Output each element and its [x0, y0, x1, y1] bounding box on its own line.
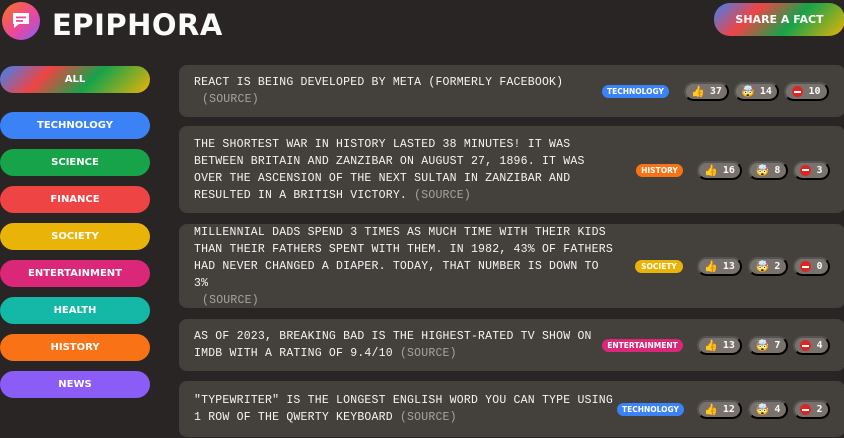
fact-text-content: MILLENNIAL DADS SPEND 3 TIMES AS MUCH TI… — [194, 225, 613, 290]
vote-interesting-button[interactable]: 👍 13 — [697, 336, 742, 355]
vote-count: 2 — [816, 404, 823, 415]
vote-false-button[interactable]: 4 — [793, 336, 830, 355]
vote-count: 14 — [759, 86, 772, 97]
fact-text: "TYPEWRITER" IS THE LONGEST ENGLISH WORD… — [194, 392, 614, 426]
no-entry-icon — [800, 404, 812, 415]
vote-mindblowing-button[interactable]: 🤯 7 — [748, 336, 788, 355]
fact-text: THE SHORTEST WAR IN HISTORY LASTED 38 MI… — [194, 136, 614, 204]
thumbs-up-icon: 👍 — [704, 260, 718, 273]
mind-blown-icon: 🤯 — [755, 163, 770, 177]
app-header: EPIPHORA SHARE A FACT — [0, 0, 844, 50]
vote-mindblowing-button[interactable]: 🤯 8 — [748, 160, 788, 180]
source-link[interactable]: (SOURCE) — [414, 189, 471, 202]
source-link[interactable]: (SOURCE) — [400, 347, 457, 360]
vote-count: 0 — [816, 261, 823, 272]
mind-blown-icon: 🤯 — [755, 403, 770, 416]
no-entry-icon — [800, 164, 812, 176]
mind-blown-icon: 🤯 — [755, 339, 770, 352]
fact-card: MILLENNIAL DADS SPEND 3 TIMES AS MUCH TI… — [179, 224, 844, 308]
logo-icon — [2, 2, 40, 40]
vote-mindblowing-button[interactable]: 🤯 2 — [748, 257, 788, 276]
mind-blown-icon: 🤯 — [755, 260, 770, 273]
category-technology-button[interactable]: TECHNOLOGY — [0, 112, 150, 139]
category-entertainment-button[interactable]: ENTERTAINMENT — [0, 260, 150, 287]
category-tag: TECHNOLOGY — [617, 403, 684, 416]
fact-text-content: REACT IS BEING DEVELOPED BY META (FORMER… — [194, 76, 564, 89]
no-entry-icon — [800, 261, 812, 272]
vote-count: 7 — [774, 340, 781, 351]
category-science-button[interactable]: SCIENCE — [0, 149, 150, 176]
vote-interesting-button[interactable]: 👍 13 — [697, 257, 742, 276]
thumbs-up-icon: 👍 — [704, 163, 718, 177]
vote-count: 13 — [722, 340, 735, 351]
vote-count: 8 — [774, 164, 781, 176]
fact-text: REACT IS BEING DEVELOPED BY META (FORMER… — [194, 74, 614, 108]
vote-count: 10 — [808, 86, 821, 97]
vote-count: 2 — [774, 261, 781, 272]
source-link[interactable]: (SOURCE) — [202, 93, 259, 106]
source-link[interactable]: (SOURCE) — [202, 294, 259, 307]
vote-interesting-button[interactable]: 👍 12 — [697, 400, 742, 419]
fact-text-content: AS OF 2023, BREAKING BAD IS THE HIGHEST-… — [194, 330, 592, 360]
no-entry-icon — [800, 340, 812, 351]
vote-interesting-button[interactable]: 👍 37 — [684, 82, 729, 101]
no-entry-icon — [792, 86, 804, 97]
vote-count: 13 — [722, 261, 735, 272]
app-title: EPIPHORA — [52, 8, 223, 42]
category-news-button[interactable]: NEWS — [0, 371, 150, 398]
category-all-button[interactable]: ALL — [0, 66, 150, 93]
mind-blown-icon: 🤯 — [741, 85, 755, 98]
vote-count: 37 — [709, 86, 722, 97]
share-fact-button[interactable]: SHARE A FACT — [714, 3, 844, 36]
category-history-button[interactable]: HISTORY — [0, 334, 150, 361]
fact-text: AS OF 2023, BREAKING BAD IS THE HIGHEST-… — [194, 328, 614, 362]
vote-count: 12 — [722, 404, 735, 415]
vote-count: 4 — [816, 340, 823, 351]
category-health-button[interactable]: HEALTH — [0, 297, 150, 324]
vote-count: 4 — [774, 404, 781, 415]
vote-false-button[interactable]: 2 — [793, 400, 830, 419]
vote-interesting-button[interactable]: 👍 16 — [697, 160, 742, 180]
fact-card: THE SHORTEST WAR IN HISTORY LASTED 38 MI… — [179, 126, 844, 213]
vote-count: 16 — [722, 164, 735, 176]
fact-card: "TYPEWRITER" IS THE LONGEST ENGLISH WORD… — [179, 381, 844, 437]
vote-false-button[interactable]: 0 — [793, 257, 830, 276]
source-link[interactable]: (SOURCE) — [400, 411, 457, 424]
fact-text-content: THE SHORTEST WAR IN HISTORY LASTED 38 MI… — [194, 137, 585, 202]
vote-false-button[interactable]: 3 — [793, 160, 830, 180]
vote-mindblowing-button[interactable]: 🤯 14 — [734, 82, 779, 101]
fact-card: AS OF 2023, BREAKING BAD IS THE HIGHEST-… — [179, 319, 844, 371]
category-tag: SOCIETY — [635, 260, 683, 273]
vote-count: 3 — [816, 164, 823, 176]
vote-mindblowing-button[interactable]: 🤯 4 — [748, 400, 788, 419]
category-tag: ENTERTAINMENT — [602, 339, 683, 352]
thumbs-up-icon: 👍 — [691, 85, 705, 98]
vote-false-button[interactable]: 10 — [784, 82, 829, 101]
fact-text: MILLENNIAL DADS SPEND 3 TIMES AS MUCH TI… — [194, 224, 614, 309]
thumbs-up-icon: 👍 — [704, 403, 718, 416]
category-society-button[interactable]: SOCIETY — [0, 223, 150, 250]
category-tag: TECHNOLOGY — [602, 85, 669, 98]
category-finance-button[interactable]: FINANCE — [0, 186, 150, 213]
thumbs-up-icon: 👍 — [704, 339, 718, 352]
fact-card: REACT IS BEING DEVELOPED BY META (FORMER… — [179, 65, 844, 117]
category-tag: HISTORY — [636, 163, 683, 177]
